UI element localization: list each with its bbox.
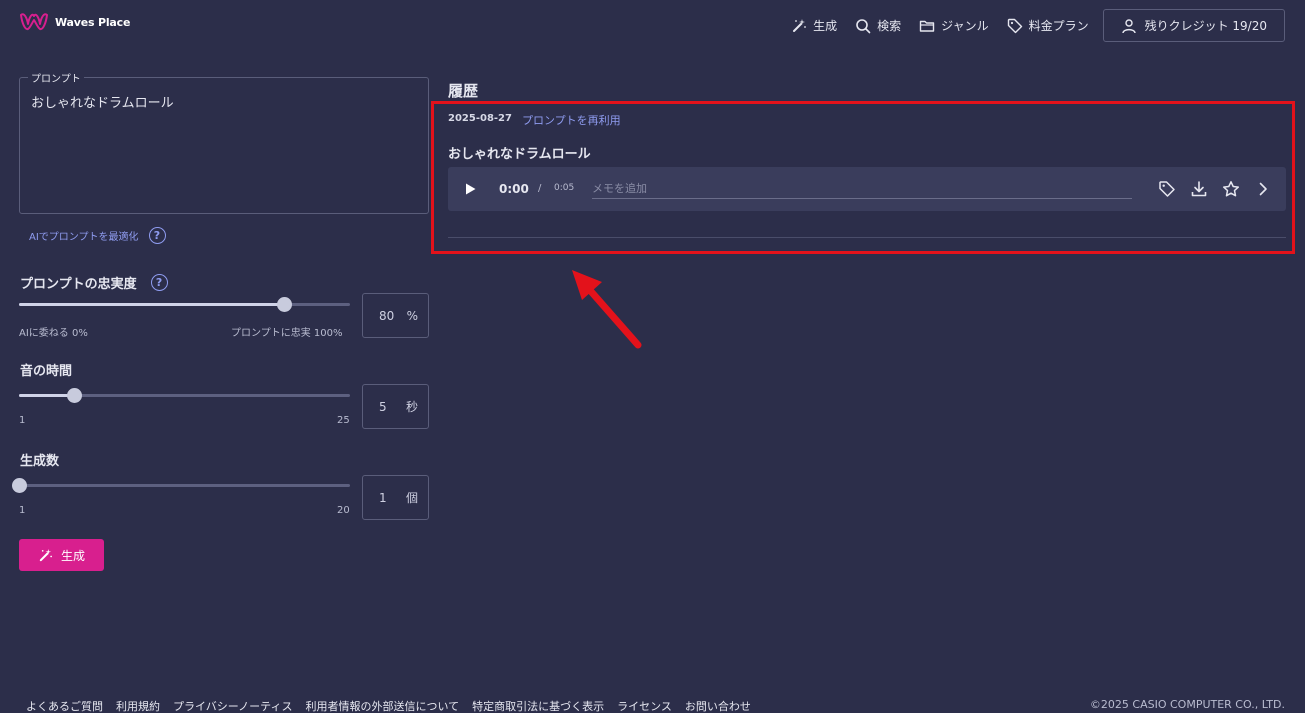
folder-icon — [919, 20, 935, 32]
duration-title: 音の時間 — [20, 364, 73, 379]
fidelity-min-label: AIに委ねる 0% — [19, 328, 88, 339]
annotation-arrow-icon — [572, 270, 642, 349]
nav-genre-label: ジャンル — [941, 19, 989, 33]
header: Waves Place 生成 検索 ジャンル 料金プラン 残りクレジット 19/… — [0, 0, 1305, 50]
count-value[interactable]: 1 — [379, 491, 387, 505]
nav-pricing[interactable]: 料金プラン — [1007, 17, 1089, 34]
top-nav: 生成 検索 ジャンル 料金プラン 残りクレジット 19/20 — [773, 9, 1285, 42]
fidelity-title-row: プロンプトの忠実度 ? — [20, 273, 168, 292]
duration-min-label: 1 — [19, 415, 26, 426]
generate-button-label: 生成 — [60, 548, 85, 563]
fidelity-value[interactable]: 80 — [379, 309, 394, 323]
fidelity-unit: % — [406, 308, 418, 323]
credits-label: 残りクレジット 19/20 — [1144, 19, 1267, 33]
count-slider[interactable] — [12, 478, 350, 493]
count-title-row: 生成数 — [20, 450, 59, 469]
footer-link-external-transmission[interactable]: 利用者情報の外部送信について — [305, 698, 459, 713]
prompt-field[interactable]: プロンプト おしゃれなドラムロール — [19, 70, 429, 214]
slider-track — [19, 484, 350, 487]
search-icon — [856, 18, 871, 33]
footer-link-contact[interactable]: お問い合わせ — [685, 698, 751, 713]
nav-genre[interactable]: ジャンル — [919, 17, 989, 34]
logo[interactable]: Waves Place — [19, 12, 130, 32]
fidelity-max-label: プロンプトに忠実 100% — [231, 328, 343, 339]
fidelity-title: プロンプトの忠実度 — [20, 277, 137, 292]
nav-pricing-label: 料金プラン — [1028, 19, 1089, 33]
brand-name: Waves Place — [55, 15, 131, 29]
duration-unit: 秒 — [405, 400, 418, 414]
count-min-label: 1 — [19, 505, 26, 516]
count-max-label: 20 — [337, 505, 350, 516]
nav-search[interactable]: 検索 — [855, 17, 901, 34]
count-title: 生成数 — [20, 454, 60, 469]
credits-button[interactable]: 残りクレジット 19/20 — [1102, 9, 1285, 42]
slider-thumb[interactable] — [67, 388, 83, 403]
optimize-prompt-link[interactable]: AIでプロンプトを最適化 — [29, 228, 139, 243]
duration-slider[interactable] — [19, 388, 350, 403]
prompt-legend: プロンプト — [28, 70, 84, 85]
generate-button[interactable]: 生成 — [19, 539, 104, 571]
footer-link-terms[interactable]: 利用規約 — [116, 698, 160, 713]
waves-logo-icon — [20, 13, 48, 31]
footer-link-license[interactable]: ライセンス — [617, 698, 672, 713]
copyright: ©2025 CASIO COMPUTER CO., LTD. — [1089, 698, 1285, 711]
slider-fill — [19, 303, 284, 306]
user-icon — [1121, 18, 1136, 33]
duration-title-row: 音の時間 — [20, 360, 72, 379]
footer-link-commercial-law[interactable]: 特定商取引法に基づく表示 — [472, 698, 604, 713]
duration-value[interactable]: 5 — [379, 400, 387, 414]
footer-links: よくあるご質問 利用規約 プライバシーノーティス 利用者情報の外部送信について … — [26, 698, 751, 713]
help-icon[interactable]: ? — [150, 274, 168, 291]
fidelity-slider[interactable] — [19, 297, 350, 312]
duration-value-field[interactable]: 5 秒 — [362, 384, 429, 429]
history-title: 履歴 — [448, 82, 479, 100]
slider-fill — [19, 394, 75, 397]
magic-wand-icon — [793, 18, 807, 32]
prompt-text[interactable]: おしゃれなドラムロール — [31, 92, 174, 111]
nav-generate[interactable]: 生成 — [791, 17, 837, 34]
nav-search-label: 検索 — [877, 19, 902, 33]
duration-max-label: 25 — [337, 415, 350, 426]
nav-generate-label: 生成 — [813, 19, 838, 33]
tag-icon — [1007, 18, 1022, 33]
optimize-row: AIでプロンプトを最適化 ? — [29, 227, 166, 244]
count-value-field[interactable]: 1 個 — [362, 475, 429, 520]
footer-link-faq[interactable]: よくあるご質問 — [26, 698, 103, 713]
magic-wand-icon — [39, 548, 52, 561]
fidelity-value-field[interactable]: 80 % — [362, 293, 429, 338]
help-icon[interactable]: ? — [148, 227, 166, 244]
slider-thumb[interactable] — [276, 297, 292, 312]
slider-thumb[interactable] — [12, 478, 27, 493]
footer-link-privacy[interactable]: プライバシーノーティス — [173, 698, 292, 713]
highlight-box — [431, 101, 1295, 254]
count-unit: 個 — [405, 491, 418, 505]
